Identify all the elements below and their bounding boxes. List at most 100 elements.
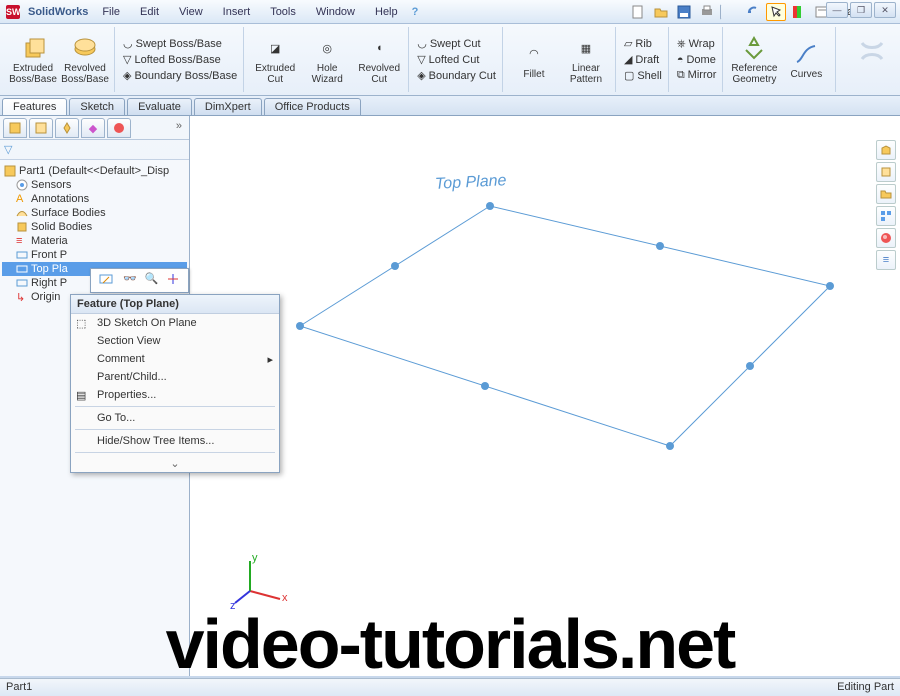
tab-evaluate[interactable]: Evaluate — [127, 98, 192, 115]
ref-group: Reference Geometry Curves — [725, 27, 836, 92]
file-explorer-tab[interactable] — [876, 184, 896, 204]
sketch3d-icon: ⬚ — [76, 317, 86, 330]
undo-icon[interactable] — [743, 3, 763, 21]
ctx-properties[interactable]: ▤Properties... — [71, 386, 279, 404]
lofted-cut-button[interactable]: ▽Lofted Cut — [417, 52, 496, 67]
rib-button[interactable]: ▱Rib — [624, 36, 662, 51]
context-menu-header: Feature (Top Plane) — [71, 295, 279, 314]
ribbon: Extruded Boss/Base Revolved Boss/Base ◡S… — [0, 24, 900, 96]
appearances-tab[interactable] — [876, 228, 896, 248]
hole-wizard-button[interactable]: ◎Hole Wizard — [304, 34, 350, 85]
separator — [75, 452, 275, 453]
separator — [75, 406, 275, 407]
svg-text:y: y — [252, 552, 258, 564]
boundary-boss-button[interactable]: ◈Boundary Boss/Base — [123, 68, 237, 83]
tab-office-products[interactable]: Office Products — [264, 98, 361, 115]
svg-text:z: z — [230, 600, 236, 611]
menu-view[interactable]: View — [173, 4, 209, 20]
lofted-boss-button[interactable]: ▽Lofted Boss/Base — [123, 52, 237, 67]
filter-row: ▽ — [0, 140, 189, 160]
app-name: SolidWorks — [28, 6, 88, 18]
ctx-comment[interactable]: Comment — [71, 350, 279, 368]
print-icon[interactable] — [697, 3, 717, 21]
svg-text:x: x — [282, 592, 288, 604]
swept-boss-button[interactable]: ◡Swept Boss/Base — [123, 36, 237, 51]
ctx-goto[interactable]: Go To... — [71, 409, 279, 427]
reference-geometry-button[interactable]: Reference Geometry — [731, 34, 777, 85]
fillet-button[interactable]: ◠Fillet — [511, 40, 557, 80]
custom-properties-tab[interactable]: ≡ — [876, 250, 896, 270]
status-left: Part1 — [6, 681, 32, 694]
curves-button[interactable]: Curves — [783, 40, 829, 80]
dimxpert-manager-tab[interactable]: ◆ — [81, 118, 105, 138]
tree-material[interactable]: ≡Materia — [2, 234, 187, 248]
render-manager-tab[interactable] — [107, 118, 131, 138]
swept-icon: ◡ — [123, 37, 133, 50]
tab-dimxpert[interactable]: DimXpert — [194, 98, 262, 115]
ctx-3d-sketch[interactable]: ⬚3D Sketch On Plane — [71, 314, 279, 332]
maximize-button[interactable]: ❐ — [850, 2, 872, 18]
app-logo: SW — [6, 5, 20, 19]
sketch-icon[interactable] — [99, 272, 115, 289]
shell-button[interactable]: ▢Shell — [624, 68, 662, 83]
menu-help[interactable]: Help — [369, 4, 404, 20]
feature-manager-tab[interactable] — [3, 118, 27, 138]
expand-arrow-icon[interactable]: » — [172, 118, 186, 137]
resources-tab[interactable] — [876, 140, 896, 160]
minimize-button[interactable]: — — [826, 2, 848, 18]
view-palette-tab[interactable] — [876, 206, 896, 226]
rebuild-icon[interactable] — [789, 3, 809, 21]
tree-root[interactable]: Part1 (Default<<Default>_Disp — [2, 164, 187, 178]
open-icon[interactable] — [651, 3, 671, 21]
mirror-button[interactable]: ⧉Mirror — [677, 68, 717, 83]
draft-button[interactable]: ◢Draft — [624, 52, 662, 67]
design-library-tab[interactable] — [876, 162, 896, 182]
filter-icon[interactable]: ▽ — [4, 144, 12, 156]
extruded-boss-button[interactable]: Extruded Boss/Base — [10, 34, 56, 85]
menu-tools[interactable]: Tools — [264, 4, 302, 20]
context-menu: Feature (Top Plane) ⬚3D Sketch On Plane … — [70, 294, 280, 473]
ctx-section-view[interactable]: Section View — [71, 332, 279, 350]
tab-features[interactable]: Features — [2, 98, 67, 115]
revolved-cut-button[interactable]: ◖Revolved Cut — [356, 34, 402, 85]
title-bar: SW SolidWorks File Edit View Insert Tool… — [0, 0, 900, 24]
tab-sketch[interactable]: Sketch — [69, 98, 125, 115]
select-icon[interactable] — [766, 3, 786, 21]
rib-group: ▱Rib ◢Draft ▢Shell — [618, 27, 669, 92]
boundary-cut-button[interactable]: ◈Boundary Cut — [417, 68, 496, 83]
close-button[interactable]: ✕ — [874, 2, 896, 18]
help-icon[interactable]: ? — [412, 6, 419, 18]
lofted-icon: ▽ — [123, 53, 131, 66]
menu-window[interactable]: Window — [310, 4, 361, 20]
menu-edit[interactable]: Edit — [134, 4, 165, 20]
ctx-parent-child[interactable]: Parent/Child... — [71, 368, 279, 386]
tree-annotations[interactable]: AAnnotations — [2, 192, 187, 206]
dome-button[interactable]: ◓Dome — [677, 53, 717, 67]
orientation-triad: x y z — [230, 551, 290, 614]
zoom-to-icon[interactable]: 🔍 — [145, 272, 159, 289]
tree-solid-bodies[interactable]: Solid Bodies — [2, 220, 187, 234]
eyeglass-icon[interactable]: 👓 — [123, 272, 137, 289]
linear-pattern-button[interactable]: ▦Linear Pattern — [563, 34, 609, 85]
manager-tabs: ◆ » — [0, 116, 189, 140]
new-icon[interactable] — [628, 3, 648, 21]
wrap-button[interactable]: ⎈Wrap — [677, 37, 717, 52]
tree-front-plane[interactable]: Front P — [2, 248, 187, 262]
revolved-boss-button[interactable]: Revolved Boss/Base — [62, 34, 108, 85]
menu-file[interactable]: File — [96, 4, 126, 20]
swept-cut-button[interactable]: ◡Swept Cut — [417, 36, 496, 51]
save-icon[interactable] — [674, 3, 694, 21]
extruded-cut-button[interactable]: ◪Extruded Cut — [252, 34, 298, 85]
normal-to-icon[interactable] — [166, 272, 180, 289]
ctx-expand-chevron[interactable]: ⌄ — [71, 455, 279, 472]
tree-surface-bodies[interactable]: Surface Bodies — [2, 206, 187, 220]
fillet-group: ◠Fillet ▦Linear Pattern — [505, 27, 616, 92]
properties-icon: ▤ — [76, 389, 86, 402]
tree-sensors[interactable]: Sensors — [2, 178, 187, 192]
ctx-hide-show-tree[interactable]: Hide/Show Tree Items... — [71, 432, 279, 450]
menu-insert[interactable]: Insert — [217, 4, 257, 20]
configuration-manager-tab[interactable] — [55, 118, 79, 138]
graphics-viewport[interactable]: Top Plane x y z — [190, 116, 900, 676]
property-manager-tab[interactable] — [29, 118, 53, 138]
separator — [75, 429, 275, 430]
